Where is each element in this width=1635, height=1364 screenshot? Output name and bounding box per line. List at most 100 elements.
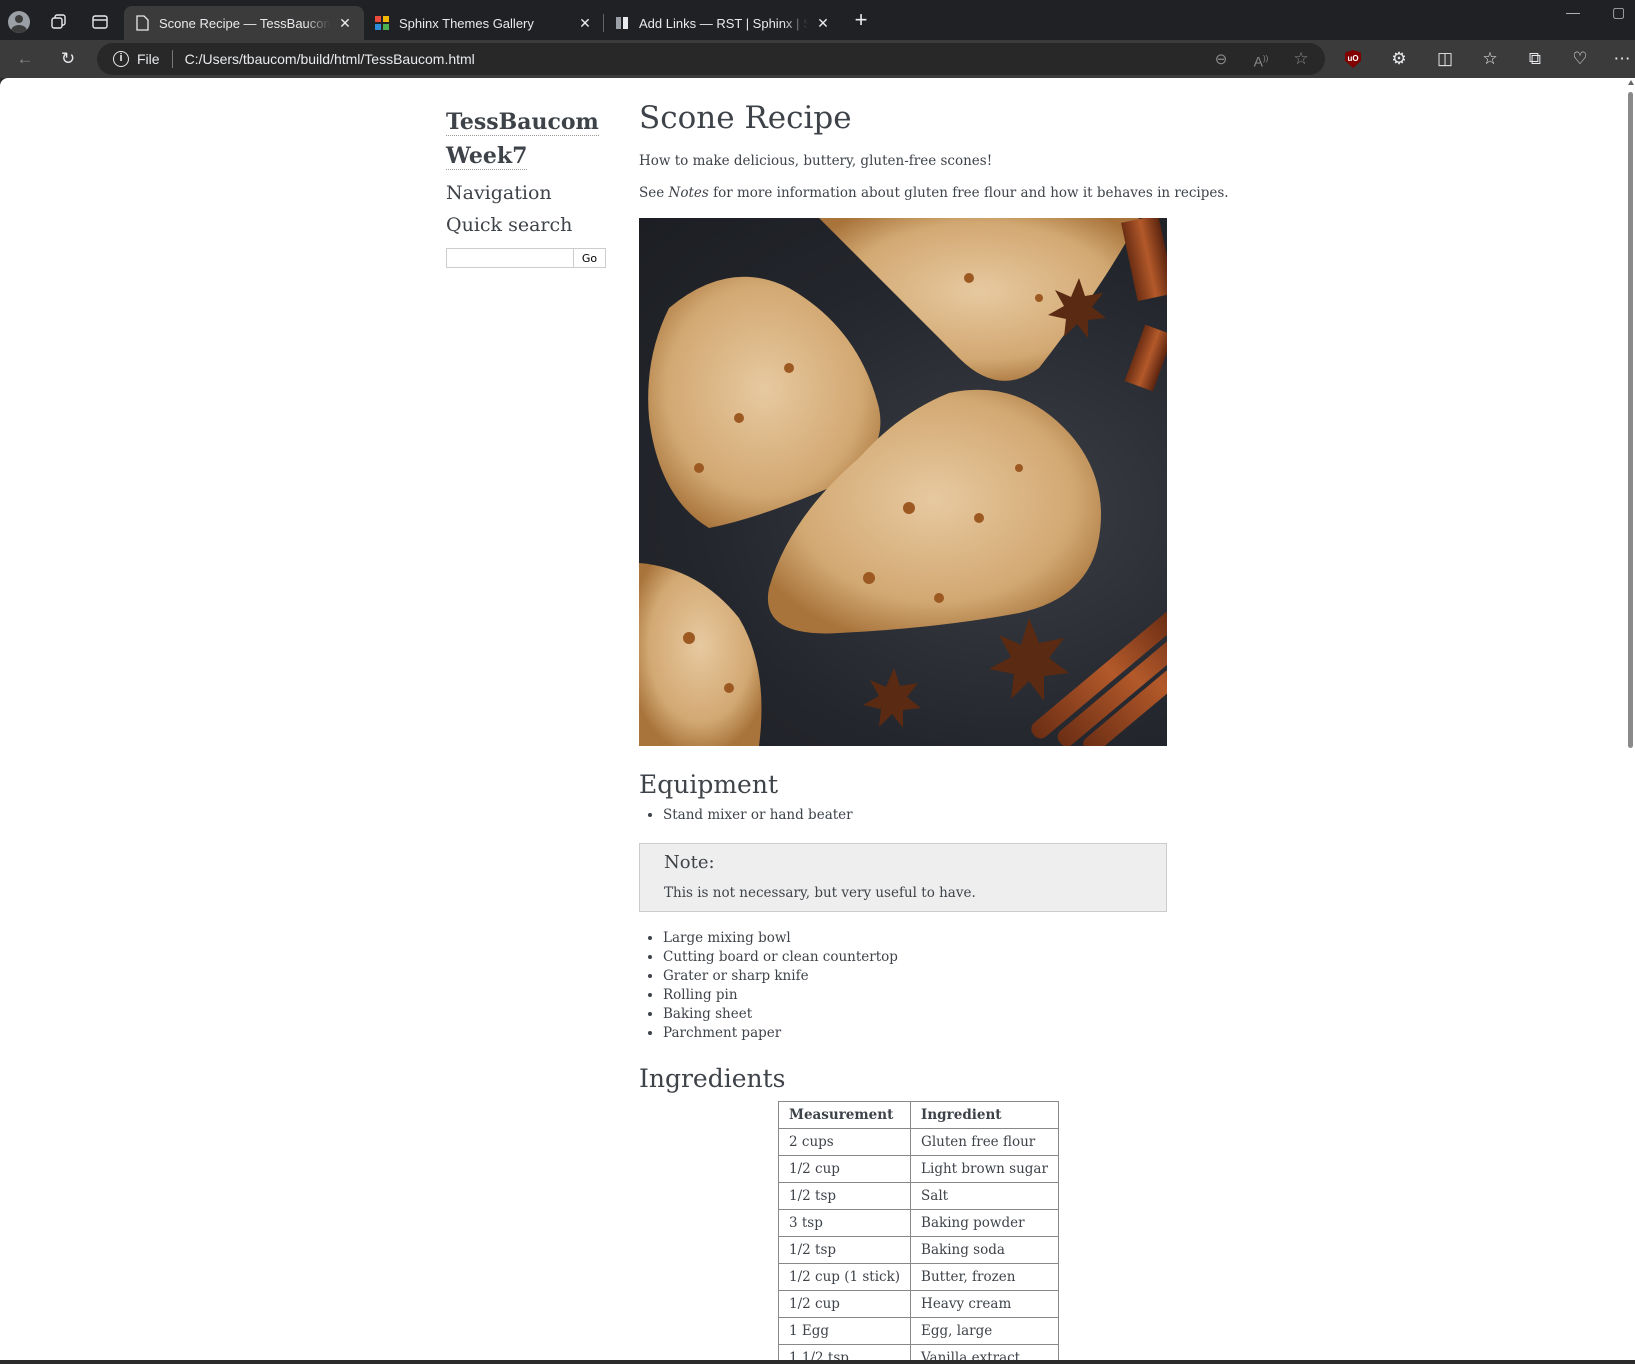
back-arrow-icon[interactable]: ← [14, 48, 36, 70]
profile-icon [8, 11, 30, 33]
measurement-cell: 1 1/2 tsp [777, 1344, 912, 1360]
list-item: Large mixing bowl [663, 929, 898, 948]
scheme-label: File [137, 51, 160, 67]
ingredients-table: Measurement Ingredient 2 cups Gluten free… [777, 1101, 1059, 1360]
favorite-star-icon[interactable]: ☆ [1290, 48, 1312, 70]
tab-add-links[interactable]: Add Links — RST | Sphinx | Sublime ✕ [604, 6, 842, 40]
ingredient-cell: Heavy cream [910, 1290, 1059, 1318]
note-title: Note: [664, 852, 715, 873]
browser-essentials-icon[interactable]: ♡ [1569, 48, 1591, 70]
quick-search-form: Go [446, 248, 606, 268]
table-row: 1 1/2 tsp Vanilla extract [777, 1344, 1059, 1360]
table-row: 2 cups Gluten free flour [777, 1128, 1059, 1156]
new-tab-button[interactable]: + [850, 9, 872, 32]
tab-scone-recipe[interactable]: Scone Recipe — TessBaucomWeek7 ✕ [124, 6, 364, 40]
measurement-cell: 3 tsp [777, 1209, 912, 1237]
see-prefix: See [639, 185, 669, 201]
see-notes-paragraph: See Notes for more information about glu… [639, 185, 1229, 201]
table-row: 3 tsp Baking powder [777, 1209, 1059, 1237]
ingredient-cell: Baking soda [910, 1236, 1059, 1264]
sphinx-icon [374, 15, 390, 31]
table-row: 1/2 cup (1 stick) Butter, frozen [777, 1263, 1059, 1291]
table-row: 1/2 cup Light brown sugar [777, 1155, 1059, 1183]
profile-avatar[interactable] [5, 8, 33, 36]
read-aloud-icon[interactable]: A)) [1250, 48, 1272, 70]
list-item: Baking sheet [663, 1005, 898, 1024]
table-header-row: Measurement Ingredient [777, 1101, 1059, 1129]
collections-icon[interactable]: ⧉ [1524, 48, 1546, 70]
quick-search-heading: Quick search [446, 214, 573, 236]
page-icon [134, 15, 150, 31]
navigation-heading: Navigation [446, 182, 552, 204]
minimize-icon[interactable]: — [1566, 4, 1580, 20]
list-item: Grater or sharp knife [663, 967, 898, 986]
split-screen-icon[interactable]: ◫ [1434, 48, 1456, 70]
ublock-origin-icon[interactable]: uO [1345, 50, 1361, 68]
zoom-out-icon[interactable]: ⊖ [1210, 49, 1232, 71]
note-admonition: Note: This is not necessary, but very us… [639, 843, 1167, 912]
address-bar[interactable]: i File C:/Users/tbaucom/build/html/TessB… [97, 43, 1325, 75]
measurement-cell: 1/2 cup [777, 1290, 912, 1318]
scrollbar-thumb[interactable] [1628, 92, 1633, 748]
tab-actions-button[interactable] [86, 8, 114, 36]
ingredient-cell: Vanilla extract [910, 1344, 1059, 1360]
maximize-icon[interactable]: ▢ [1612, 4, 1625, 21]
tab-title: Sphinx Themes Gallery [399, 15, 534, 31]
tab-sphinx-themes[interactable]: Sphinx Themes Gallery ✕ [364, 6, 604, 40]
tab-title: Add Links — RST | Sphinx | Sublime [639, 15, 808, 31]
ingredient-cell: Butter, frozen [910, 1263, 1059, 1291]
note-body: This is not necessary, but very useful t… [664, 885, 976, 901]
measurement-cell: 1/2 tsp [777, 1182, 912, 1210]
favorites-icon[interactable]: ☆ [1479, 48, 1501, 70]
refresh-icon[interactable]: ↻ [57, 48, 79, 70]
list-item: Rolling pin [663, 986, 898, 1005]
logo-line-2[interactable]: Week7 [446, 143, 528, 170]
column-header-ingredient: Ingredient [910, 1101, 1059, 1129]
page-viewport: TessBaucom Week7 Navigation Quick search… [0, 78, 1627, 1360]
column-header-measurement: Measurement [777, 1101, 912, 1129]
measurement-cell: 1/2 tsp [777, 1236, 912, 1264]
equipment-heading: Equipment [639, 770, 779, 799]
site-logo-link[interactable]: TessBaucom Week7 [446, 105, 616, 173]
notes-link[interactable]: Notes [669, 185, 709, 201]
table-row: 1/2 tsp Baking soda [777, 1236, 1059, 1264]
tab-close-icon[interactable]: ✕ [576, 15, 594, 32]
list-item: Parchment paper [663, 1024, 898, 1043]
intro-text: How to make delicious, buttery, gluten-f… [639, 153, 993, 169]
measurement-cell: 1 Egg [777, 1317, 912, 1345]
logo-line-1[interactable]: TessBaucom [446, 109, 599, 136]
list-item: Stand mixer or hand beater [663, 806, 853, 825]
measurement-cell: 1/2 cup (1 stick) [777, 1263, 912, 1291]
scone-photo [639, 218, 1167, 746]
workspaces-button[interactable] [45, 8, 73, 36]
ingredient-cell: Gluten free flour [910, 1128, 1059, 1156]
equipment-list-first: Stand mixer or hand beater [639, 806, 853, 825]
measurement-cell: 1/2 cup [777, 1155, 912, 1183]
info-icon[interactable]: i [113, 51, 129, 67]
workspaces-icon [51, 14, 66, 29]
ingredient-cell: Salt [910, 1182, 1059, 1210]
tab-close-icon[interactable]: ✕ [336, 15, 354, 32]
url-text[interactable]: C:/Users/tbaucom/build/html/TessBaucom.h… [185, 51, 475, 67]
extensions-icon[interactable]: ⚙ [1388, 48, 1410, 70]
tab-close-icon[interactable]: ✕ [814, 15, 832, 32]
table-row: 1 Egg Egg, large [777, 1317, 1059, 1345]
scroll-up-arrow-icon[interactable] [1628, 80, 1634, 85]
search-go-button[interactable]: Go [574, 248, 606, 268]
table-row: 1/2 tsp Salt [777, 1182, 1059, 1210]
tab-actions-icon [92, 15, 108, 29]
search-input[interactable] [446, 248, 574, 268]
address-divider [171, 50, 173, 68]
ingredient-cell: Light brown sugar [910, 1155, 1059, 1183]
more-menu-icon[interactable]: ⋯ [1611, 48, 1633, 70]
page-scrollbar[interactable] [1627, 78, 1635, 1360]
browser-toolbar: ← ↻ i File C:/Users/tbaucom/build/html/T… [0, 40, 1635, 78]
ingredient-cell: Baking powder [910, 1209, 1059, 1237]
tab-strip: Scone Recipe — TessBaucomWeek7 ✕ Sphinx … [0, 0, 1635, 40]
ingredient-cell: Egg, large [910, 1317, 1059, 1345]
table-row: 1/2 cup Heavy cream [777, 1290, 1059, 1318]
measurement-cell: 2 cups [777, 1128, 912, 1156]
equipment-list-rest: Large mixing bowl Cutting board or clean… [639, 929, 898, 1043]
book-icon [614, 15, 630, 31]
tab-title: Scone Recipe — TessBaucomWeek7 [159, 15, 330, 31]
